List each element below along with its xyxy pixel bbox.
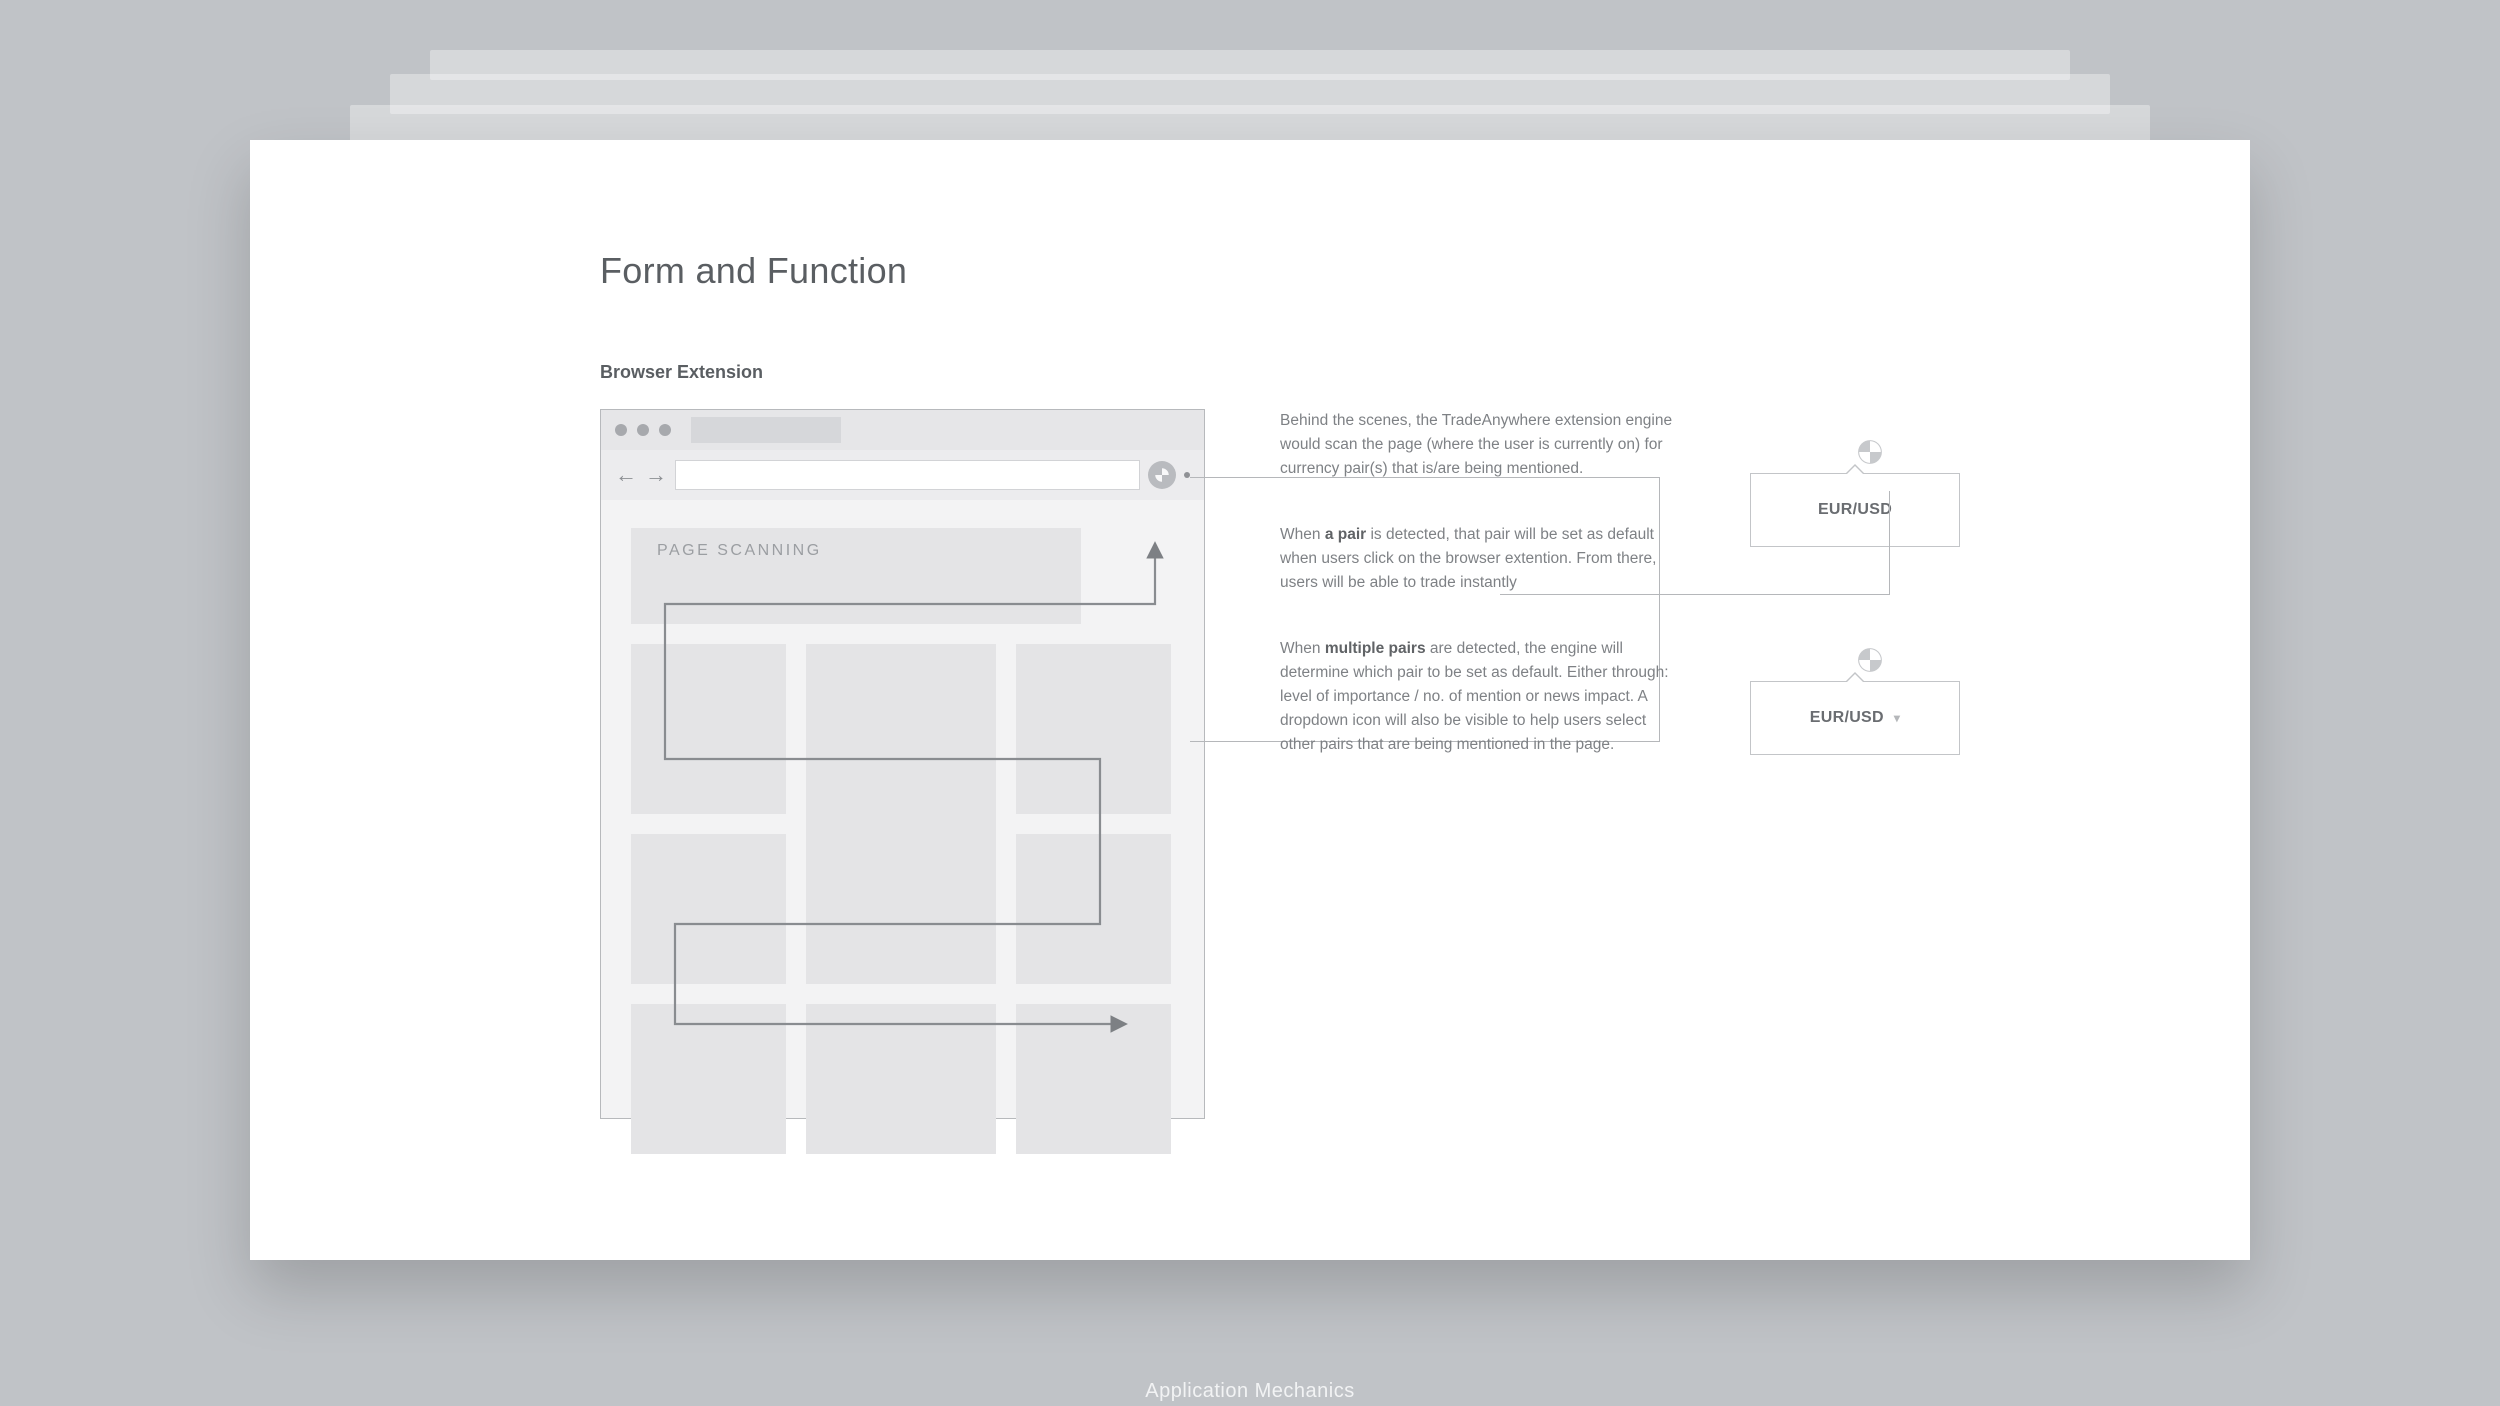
content-block bbox=[631, 834, 786, 984]
back-arrow-icon: ← bbox=[615, 464, 637, 486]
content-block bbox=[806, 644, 996, 984]
forward-arrow-icon: → bbox=[645, 464, 667, 486]
extension-icon bbox=[1148, 461, 1176, 489]
caret-up-icon bbox=[1845, 672, 1865, 682]
url-field bbox=[675, 460, 1140, 490]
browser-address-bar: ← → bbox=[601, 450, 1204, 500]
diagram-row: ← → PAGE SCANNING bbox=[600, 409, 1900, 1119]
popup-single: EUR/USD bbox=[1750, 439, 1990, 547]
explain-multiple-pairs: When multiple pairs are detected, the en… bbox=[1280, 637, 1675, 757]
extension-badge-dot bbox=[1184, 472, 1190, 478]
slide: Form and Function Browser Extension ← → bbox=[250, 140, 2250, 1260]
browser-mockup: ← → PAGE SCANNING bbox=[600, 409, 1205, 1119]
content-block bbox=[631, 644, 786, 814]
window-dot bbox=[659, 424, 671, 436]
popup-single-pair: EUR/USD bbox=[1750, 473, 1960, 547]
explanation-column: Behind the scenes, the TradeAnywhere ext… bbox=[1280, 409, 1675, 799]
explain-scanning: Behind the scenes, the TradeAnywhere ext… bbox=[1280, 409, 1675, 481]
section-subtitle: Browser Extension bbox=[600, 362, 1900, 383]
window-dot bbox=[615, 424, 627, 436]
popup-multi: EUR/USD ▾ bbox=[1750, 647, 1990, 755]
page-body: PAGE SCANNING bbox=[601, 500, 1204, 1118]
content-block bbox=[1016, 834, 1171, 984]
caret-up-icon bbox=[1845, 464, 1865, 474]
content-block bbox=[806, 1004, 996, 1154]
browser-tab bbox=[691, 417, 841, 443]
popup-multi-pair: EUR/USD ▾ bbox=[1750, 681, 1960, 755]
window-dot bbox=[637, 424, 649, 436]
page-title: Form and Function bbox=[600, 250, 1900, 292]
slide-caption: Application Mechanics bbox=[250, 1380, 2250, 1403]
extension-icon bbox=[1857, 439, 1883, 465]
content-grid bbox=[631, 644, 1174, 1154]
content-block bbox=[1016, 644, 1171, 814]
content-block bbox=[1016, 1004, 1171, 1154]
chevron-down-icon: ▾ bbox=[1894, 711, 1900, 725]
slide-stack: Form and Function Browser Extension ← → bbox=[250, 50, 2250, 1180]
content-block bbox=[631, 1004, 786, 1154]
explain-single-pair: When a pair is detected, that pair will … bbox=[1280, 523, 1675, 595]
extension-icon bbox=[1857, 647, 1883, 673]
pair-label: EUR/USD bbox=[1818, 501, 1892, 519]
browser-tabbar bbox=[601, 410, 1204, 450]
scan-banner: PAGE SCANNING bbox=[631, 528, 1081, 624]
pair-label: EUR/USD bbox=[1810, 709, 1884, 727]
popup-examples: EUR/USD EUR/USD ▾ bbox=[1750, 409, 1990, 855]
